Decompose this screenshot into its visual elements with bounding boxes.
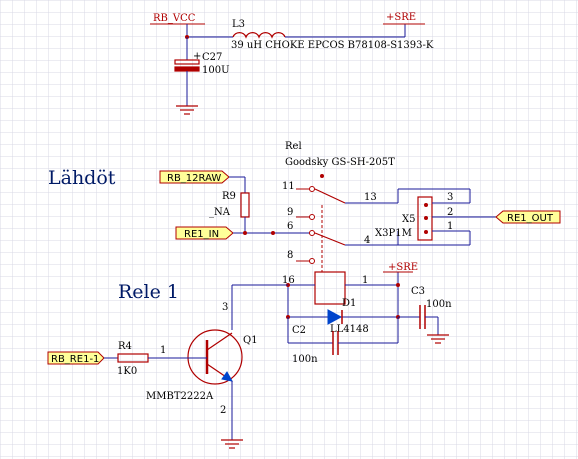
svg-text:RE1_OUT: RE1_OUT [507,213,554,224]
q1-pin3-label: 3 [222,302,228,313]
relay-pin-13: 13 [364,192,377,203]
relay-pin-4: 4 [364,235,370,246]
port-re1-in: RE1_IN [175,226,234,240]
x5-pin-3 [424,203,428,207]
c3-value: 100n [426,299,452,310]
x5-pin1-label: 1 [447,221,453,232]
contact-8 [309,258,315,264]
relay-pin-6: 6 [287,221,293,232]
l3-value: 39 uH CHOKE EPCOS B78108-S1393-K [231,40,434,51]
section-title-relay: Rele 1 [118,281,179,303]
q1-ref: Q1 [243,335,258,346]
x5-value: X3P1M [375,228,412,239]
x5-pin-2 [424,216,428,220]
r4-value: 1K0 [117,366,137,377]
q1-value: MMBT2222A [146,391,214,402]
relay-ref: Rel [285,141,302,152]
r4-ref: R4 [118,341,132,352]
sre-top-label: +SRE [386,12,416,23]
rb-vcc-label: RB_VCC [153,13,196,24]
relay-pin-9: 9 [287,207,293,218]
r9-ref: R9 [222,191,236,202]
port-rb-12raw: RB_12RAW [159,170,230,184]
x5-pin-1 [424,230,428,234]
relay-pin1-marker [320,174,324,178]
q1-pin1-label: 1 [160,345,166,356]
port-rb-re1: RB_RE1-1 [47,351,105,365]
relay-pin-8: 8 [287,250,293,261]
c2-ref: C2 [292,325,306,336]
junction [243,231,247,235]
q1-pin2-label: 2 [220,405,226,416]
sre-mid-label: +SRE [388,262,418,273]
junction [271,231,275,235]
d1-value: LL4148 [330,324,369,335]
section-title-outputs: Lähdöt [48,167,116,189]
relay-pin-11: 11 [282,181,295,192]
c27-ref: C27 [202,52,222,63]
svg-text:RE1_IN: RE1_IN [184,229,219,240]
x5-pin2-label: 2 [447,207,453,218]
r9-value: _NA [209,207,231,218]
contact-11 [309,186,315,192]
c3-ref: C3 [411,286,425,297]
svg-text:RB_RE1-1: RB_RE1-1 [51,354,99,365]
c27-value: 100U [202,65,230,76]
contact-6 [309,230,315,236]
relay-pin-1: 1 [362,275,368,286]
junction [396,283,400,287]
c27-plate-negative [174,66,200,72]
d1-ref: D1 [342,298,356,309]
x5-pin3-label: 3 [447,192,453,203]
c2-value: 100n [292,354,318,365]
contact-9 [309,214,315,220]
c27-polarity: + [193,51,201,62]
port-re1-out: RE1_OUT [495,210,561,224]
relay-value: Goodsky GS-SH-205T [285,157,395,168]
l3-ref: L3 [232,19,245,30]
x5-ref: X5 [402,214,415,225]
schematic-sheet: RB_VCC L3 39 uH CHOKE EPCOS B78108-S1393… [0,0,578,459]
svg-text:RB_12RAW: RB_12RAW [167,173,221,184]
